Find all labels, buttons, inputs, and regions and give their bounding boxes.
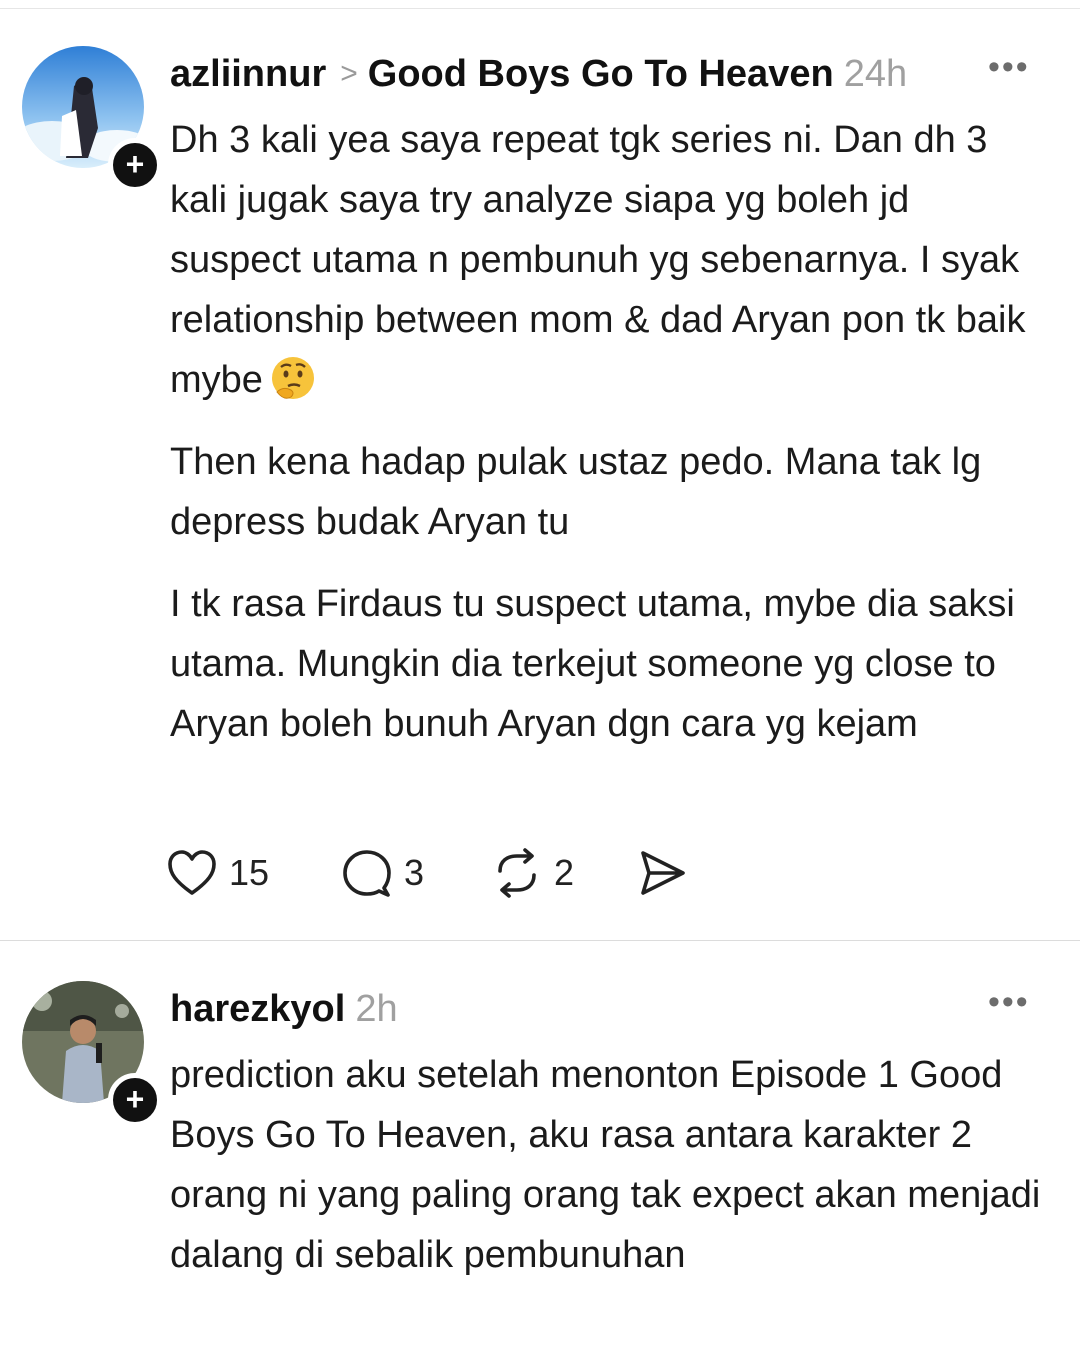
- like-count: 15: [229, 852, 270, 893]
- more-options-icon[interactable]: •••: [988, 48, 1030, 87]
- post-header: azliinnur > Good Boys Go To Heaven 24h: [170, 50, 907, 98]
- action-bar: 15 3 2: [165, 848, 765, 898]
- avatar-container[interactable]: +: [22, 46, 162, 192]
- send-icon: [641, 851, 685, 895]
- repost-icon: [498, 848, 536, 898]
- follow-plus-button[interactable]: +: [108, 138, 162, 192]
- heart-icon: [168, 850, 216, 895]
- timestamp: 2h: [355, 988, 398, 1030]
- avatar-container[interactable]: +: [22, 981, 162, 1127]
- post-body: prediction aku setelah menonton Episode …: [170, 1045, 1050, 1307]
- top-separator: [0, 0, 1080, 9]
- more-options-icon[interactable]: •••: [988, 983, 1030, 1022]
- username[interactable]: azliinnur: [170, 53, 326, 95]
- post-body: Dh 3 kali yea saya repeat tgk series ni.…: [170, 110, 1050, 776]
- comment-icon: [343, 850, 391, 897]
- comment-count: 3: [404, 852, 425, 893]
- share-button[interactable]: [635, 848, 689, 898]
- timestamp: 24h: [843, 53, 908, 95]
- comment-button[interactable]: 3: [340, 848, 424, 898]
- chevron-right-icon: >: [340, 57, 358, 90]
- repost-button[interactable]: 2: [490, 848, 574, 898]
- repost-count: 2: [554, 852, 575, 893]
- follow-plus-button[interactable]: +: [108, 1073, 162, 1127]
- post-paragraph: I tk rasa Firdaus tu suspect utama, mybe…: [170, 583, 1015, 745]
- post-paragraph: Then kena hadap pulak ustaz pedo. Mana t…: [170, 441, 982, 543]
- thread-name[interactable]: Good Boys Go To Heaven: [368, 53, 834, 95]
- thinking-face-icon: [269, 354, 317, 402]
- post-divider: [0, 940, 1080, 941]
- username[interactable]: harezkyol: [170, 988, 345, 1030]
- post-paragraph: Dh 3 kali yea saya repeat tgk series ni.…: [170, 119, 1026, 402]
- like-button[interactable]: 15: [165, 848, 269, 898]
- post-header: harezkyol 2h: [170, 985, 398, 1033]
- post-paragraph: prediction aku setelah menonton Episode …: [170, 1054, 1041, 1276]
